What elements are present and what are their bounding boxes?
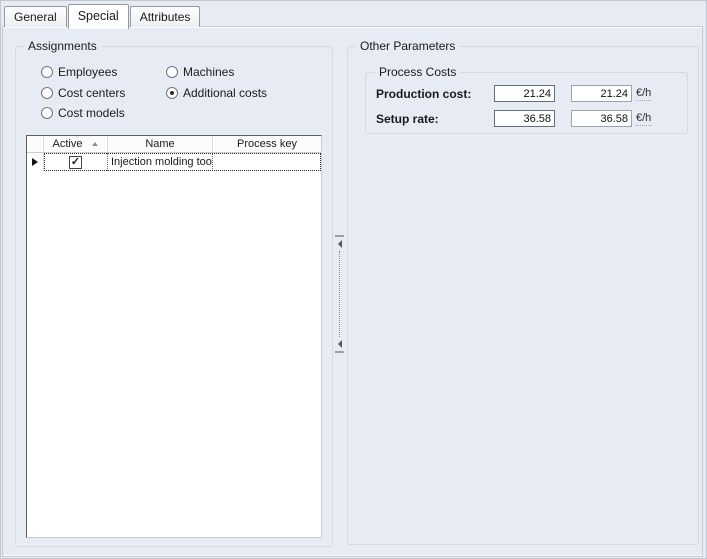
- properties-panel: General Special Attributes Assignments E…: [0, 0, 707, 559]
- other-parameters-title: Other Parameters: [356, 39, 459, 53]
- tab-attributes[interactable]: Attributes: [130, 6, 201, 27]
- setup-rate-label: Setup rate:: [376, 112, 439, 126]
- cell-name-text: Injection molding tool: [111, 156, 213, 168]
- active-checkbox[interactable]: [69, 156, 82, 169]
- column-header-process-key-label: Process key: [237, 138, 297, 150]
- radio-circle-icon: [166, 87, 178, 99]
- cell-name[interactable]: Injection molding tool: [108, 153, 213, 171]
- radio-cost-centers-label: Cost centers: [58, 86, 125, 100]
- column-header-active[interactable]: Active: [44, 136, 108, 152]
- collapse-left-icon: [338, 340, 342, 348]
- tab-general-label: General: [14, 10, 57, 24]
- grid-header: Active Name Process key: [27, 136, 321, 153]
- current-row-arrow-icon: [32, 158, 38, 166]
- production-cost-rate-input[interactable]: [571, 85, 632, 102]
- collapse-left-icon: [338, 240, 342, 248]
- setup-rate-input[interactable]: [494, 110, 555, 127]
- radio-machines[interactable]: Machines: [166, 65, 234, 79]
- tab-special-label: Special: [78, 9, 119, 23]
- tab-strip: General Special Attributes: [4, 3, 201, 27]
- radio-employees-label: Employees: [58, 65, 117, 79]
- radio-machines-label: Machines: [183, 65, 234, 79]
- splitter-handle[interactable]: [332, 235, 347, 355]
- sort-ascending-icon: [92, 142, 98, 146]
- tab-general[interactable]: General: [4, 6, 67, 27]
- radio-circle-icon: [41, 87, 53, 99]
- column-header-name-label: Name: [145, 138, 174, 150]
- process-costs-groupbox: Process Costs Production cost: €/h Setup…: [365, 72, 688, 134]
- tab-page-special: Assignments Employees Cost centers Cost …: [2, 26, 703, 557]
- table-row[interactable]: Injection molding tool: [27, 153, 321, 171]
- column-header-name[interactable]: Name: [108, 136, 213, 152]
- radio-additional-costs-label: Additional costs: [183, 86, 267, 100]
- tab-special[interactable]: Special: [68, 4, 129, 29]
- assignments-grid: Active Name Process key: [26, 135, 322, 538]
- radio-cost-models-label: Cost models: [58, 106, 125, 120]
- splitter-dotted-grip: [339, 251, 340, 337]
- radio-circle-icon: [166, 66, 178, 78]
- production-cost-label: Production cost:: [376, 87, 471, 101]
- assignments-groupbox: Assignments Employees Cost centers Cost …: [15, 46, 333, 547]
- splitter-dash-icon: [335, 351, 344, 353]
- setup-rate-unit: €/h: [636, 112, 651, 126]
- production-cost-row: Production cost: €/h: [366, 85, 687, 102]
- radio-cost-models[interactable]: Cost models: [41, 106, 125, 120]
- row-cells: Injection molding tool: [44, 153, 321, 171]
- splitter-dash-icon: [335, 235, 344, 237]
- radio-cost-centers[interactable]: Cost centers: [41, 86, 125, 100]
- process-costs-title: Process Costs: [375, 65, 460, 79]
- radio-circle-icon: [41, 107, 53, 119]
- cell-process-key[interactable]: [213, 153, 321, 171]
- row-selector[interactable]: [27, 153, 44, 171]
- radio-circle-icon: [41, 66, 53, 78]
- production-cost-input[interactable]: [494, 85, 555, 102]
- radio-employees[interactable]: Employees: [41, 65, 117, 79]
- grid-corner-cell: [27, 136, 44, 152]
- column-header-process-key[interactable]: Process key: [213, 136, 321, 152]
- radio-additional-costs[interactable]: Additional costs: [166, 86, 267, 100]
- column-header-active-label: Active: [53, 138, 83, 150]
- production-cost-unit: €/h: [636, 87, 651, 101]
- other-parameters-groupbox: Other Parameters Process Costs Productio…: [347, 46, 699, 545]
- tab-attributes-label: Attributes: [140, 10, 191, 24]
- setup-rate-rate-input[interactable]: [571, 110, 632, 127]
- setup-rate-row: Setup rate: €/h: [366, 110, 687, 127]
- assignments-title: Assignments: [24, 39, 101, 53]
- cell-active: [44, 153, 108, 171]
